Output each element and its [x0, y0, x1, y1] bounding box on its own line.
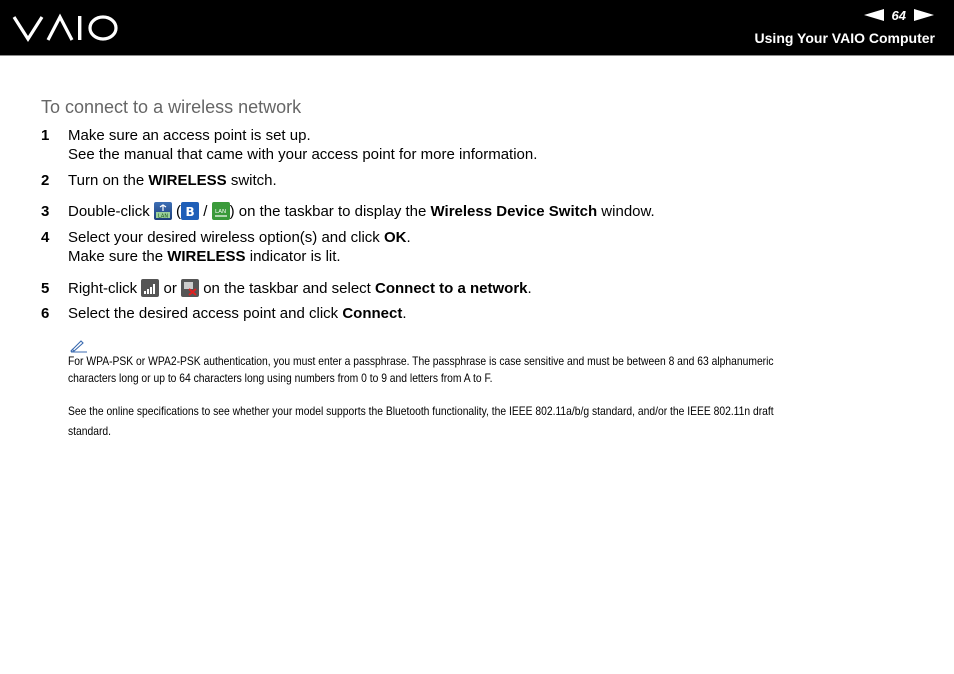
- header-divider: [0, 55, 954, 56]
- page-title: To connect to a wireless network: [41, 97, 302, 117]
- step-text: Double-click LAN ( B / LAN ) on the task…: [68, 202, 655, 221]
- step-number: 1: [41, 127, 50, 144]
- connect-to-network-label: Connect to a network: [375, 280, 528, 297]
- wireless-indicator-label: WIRELESS: [167, 248, 246, 265]
- wireless-device-switch-label: Wireless Device Switch: [430, 203, 598, 220]
- step-line: See the manual that came with your acces…: [68, 146, 538, 163]
- step-text-part: or: [163, 280, 177, 297]
- left-arrow-icon[interactable]: [863, 9, 884, 21]
- step-text: Make sure an access point is set up. See…: [68, 126, 537, 164]
- svg-text:LAN: LAN: [215, 209, 226, 215]
- network-disconnected-icon: [181, 279, 200, 297]
- svg-text:B: B: [186, 205, 195, 219]
- svg-text:LAN: LAN: [158, 214, 168, 220]
- step-text-part: Select your desired wireless option(s) a…: [68, 229, 384, 246]
- wireless-switch-label: WIRELESS: [148, 172, 227, 189]
- vaio-logo: [12, 13, 118, 42]
- wireless-lan-icon: LAN: [153, 202, 172, 220]
- step-text-part: .: [406, 229, 411, 246]
- step-text-part: ) on the taskbar to display the: [229, 203, 431, 220]
- right-arrow-icon[interactable]: [914, 9, 934, 21]
- step-text-part: .: [402, 305, 407, 322]
- step-number: 4: [41, 229, 50, 246]
- step-text-part: Turn on the: [68, 172, 149, 189]
- step-text-part: .: [527, 280, 532, 297]
- wireless-lan-icon: LAN: [211, 202, 230, 220]
- step-text-part: /: [203, 203, 208, 220]
- step-text-part: switch.: [226, 172, 277, 189]
- step-text: Turn on the WIRELESS switch.: [68, 171, 277, 190]
- pencil-note-icon: [70, 340, 87, 353]
- note-online-specs: See the online specifications to see whe…: [68, 404, 774, 438]
- step-text-part: Make sure the: [68, 248, 168, 265]
- step-text: Select the desired access point and clic…: [68, 304, 407, 323]
- step-text: Select your desired wireless option(s) a…: [68, 228, 411, 266]
- step-number: 3: [41, 203, 50, 220]
- page-navigation: 64: [863, 6, 934, 24]
- bluetooth-icon: B: [181, 202, 200, 220]
- step-text-part: Select the desired access point and clic…: [68, 305, 343, 322]
- step-text-part: window.: [597, 203, 655, 220]
- step-text: Right-click or on the taskbar and select…: [68, 279, 532, 298]
- section-title: Using Your VAIO Computer: [754, 30, 935, 46]
- step-text-part: Right-click: [68, 280, 142, 297]
- note-passphrase: For WPA-PSK or WPA2-PSK authentication, …: [68, 354, 774, 385]
- step-number: 5: [41, 280, 50, 297]
- network-signal-icon: [141, 279, 160, 297]
- step-number: 2: [41, 172, 50, 189]
- ok-label: OK: [383, 229, 407, 246]
- page-header: 64 Using Your VAIO Computer: [0, 0, 954, 55]
- connect-label: Connect: [342, 305, 403, 322]
- page-number: 64: [891, 7, 906, 23]
- step-line: Make sure an access point is set up.: [68, 127, 311, 144]
- step-text-part: on the taskbar and select: [203, 280, 375, 297]
- step-text-part: indicator is lit.: [245, 248, 341, 265]
- step-text-part: Double-click: [68, 203, 154, 220]
- step-number: 6: [41, 305, 50, 322]
